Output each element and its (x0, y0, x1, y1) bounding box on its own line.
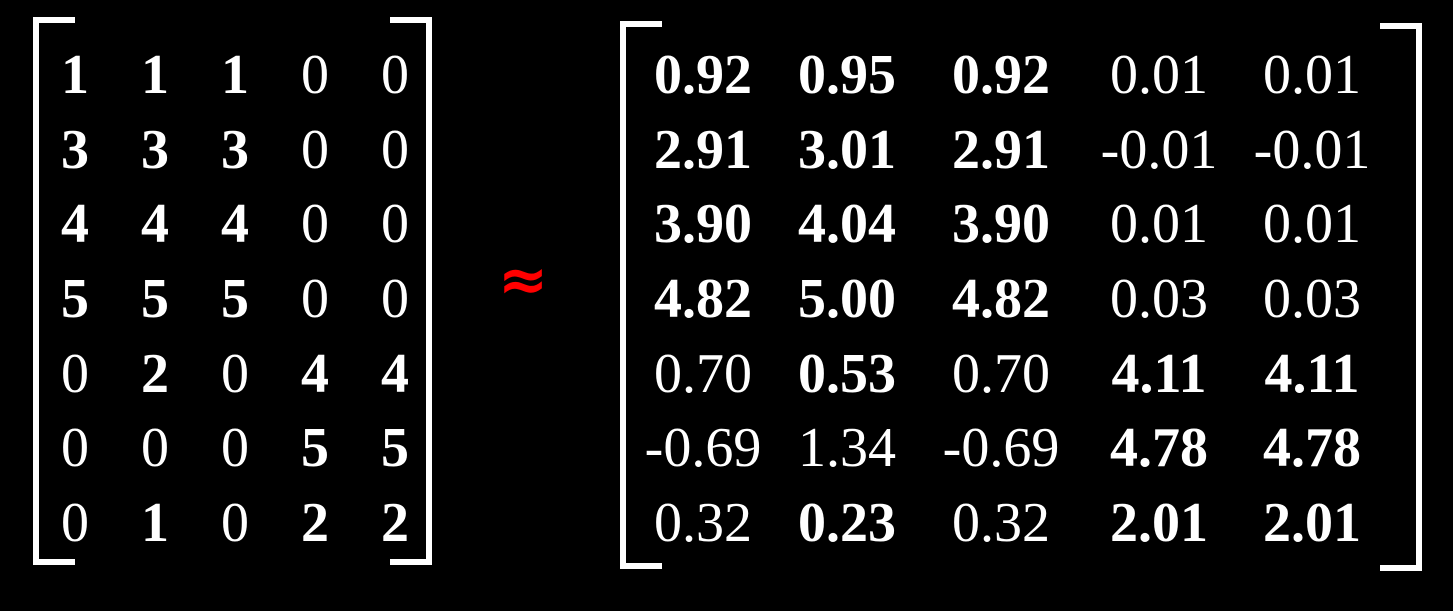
matrix-a-cell: 0 (301, 118, 329, 181)
matrix-b-cell: 0.01 (1263, 193, 1361, 256)
matrix-a-cell: 5 (221, 268, 249, 331)
matrix-a-cell: 5 (61, 268, 89, 331)
matrix-b-cell: 0.32 (654, 491, 752, 554)
matrix-a-cell: 1 (141, 44, 169, 107)
matrix-a: 11100333004440055500020440005501022 (35, 38, 435, 560)
matrix-b-cell: 0.92 (654, 44, 752, 107)
matrix-a-cell: 0 (381, 193, 409, 256)
matrix-a-cell: 0 (381, 268, 409, 331)
matrix-a-cell: 0 (221, 342, 249, 405)
matrix-b-cell: 0.03 (1263, 268, 1361, 331)
matrix-b-cell: 3.90 (952, 193, 1050, 256)
matrix-a-cell: 0 (141, 417, 169, 480)
matrix-b-cell: 1.34 (798, 417, 896, 480)
matrix-a-cell: 0 (61, 491, 89, 554)
matrix-a-cell: 4 (61, 193, 89, 256)
matrix-a-cell: 0 (381, 118, 409, 181)
matrix-b-cell: 2.01 (1263, 491, 1361, 554)
matrix-b-cell: 4.78 (1263, 417, 1361, 480)
matrix-b-cell: 5.00 (798, 268, 896, 331)
matrix-b-cell: 0.70 (952, 342, 1050, 405)
matrix-b-cell: 0.03 (1110, 268, 1208, 331)
matrix-b-cell: 0.01 (1110, 193, 1208, 256)
matrix-a-cell: 2 (381, 491, 409, 554)
matrix-b-cell: 0.01 (1263, 44, 1361, 107)
matrix-b-cell: -0.01 (1253, 118, 1371, 181)
matrix-b-cell: -0.69 (942, 417, 1060, 480)
matrix-b-cell: 4.04 (798, 193, 896, 256)
matrix-a-cell: 4 (381, 342, 409, 405)
matrix-b-cell: 0.53 (798, 342, 896, 405)
matrix-a-cell: 0 (301, 268, 329, 331)
matrix-a-cell: 5 (301, 417, 329, 480)
matrix-a-cell: 5 (141, 268, 169, 331)
matrix-a-cell: 2 (301, 491, 329, 554)
matrix-b: 0.92 0.95 0.92 0.01 0.01 2.91 3.01 2.91 -0.01 -0.… (630, 38, 1410, 560)
matrix-b-cell: 2.91 (654, 118, 752, 181)
matrix-b-cell: 3.90 (654, 193, 752, 256)
matrix-b-cell: 3.01 (798, 118, 896, 181)
matrix-a-cell: 0 (221, 417, 249, 480)
matrix-a-cell: 0 (301, 44, 329, 107)
matrix-b-cell: 4.11 (1264, 342, 1360, 405)
matrix-b-cell: -0.01 (1100, 118, 1218, 181)
matrix-a-cell: 3 (61, 118, 89, 181)
matrix-b-cell: 4.82 (952, 268, 1050, 331)
matrix-b-cell: 4.11 (1111, 342, 1207, 405)
matrix-a-cell: 4 (141, 193, 169, 256)
matrix-b-cell: 4.82 (654, 268, 752, 331)
matrix-a-cell: 1 (61, 44, 89, 107)
matrix-b-cell: 0.32 (952, 491, 1050, 554)
matrix-a-cell: 4 (301, 342, 329, 405)
matrix-a-cell: 0 (221, 491, 249, 554)
equation-canvas: 11100333004440055500020440005501022 ≈ 0.… (0, 0, 1453, 611)
matrix-b-cell: 2.01 (1110, 491, 1208, 554)
matrix-b-cell: 0.95 (798, 44, 896, 107)
matrix-b-cell: 0.23 (798, 491, 896, 554)
matrix-b-cell: 0.92 (952, 44, 1050, 107)
matrix-b-cell: 0.70 (654, 342, 752, 405)
matrix-a-cell: 0 (61, 342, 89, 405)
matrix-b-cell: -0.69 (644, 417, 762, 480)
matrix-a-cell: 0 (301, 193, 329, 256)
matrix-a-cell: 0 (61, 417, 89, 480)
matrix-a-cell: 0 (381, 44, 409, 107)
matrix-b-cell: 0.01 (1110, 44, 1208, 107)
matrix-a-cell: 3 (221, 118, 249, 181)
matrix-b-cell: 2.91 (952, 118, 1050, 181)
matrix-a-cell: 5 (381, 417, 409, 480)
matrix-a-cell: 1 (221, 44, 249, 107)
matrix-b-cell: 4.78 (1110, 417, 1208, 480)
matrix-a-cell: 1 (141, 491, 169, 554)
matrix-a-cell: 2 (141, 342, 169, 405)
matrix-a-cell: 3 (141, 118, 169, 181)
matrix-a-cell: 4 (221, 193, 249, 256)
approx-symbol: ≈ (497, 245, 549, 315)
